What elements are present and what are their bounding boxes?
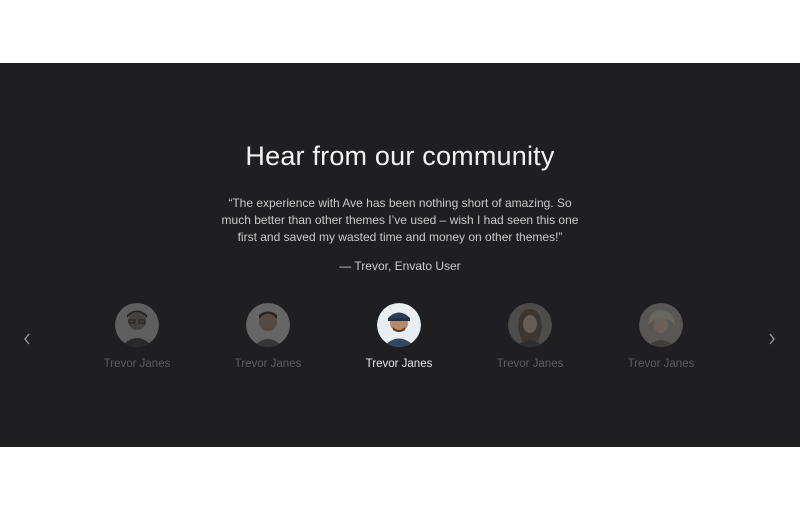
section-title: Hear from our community <box>245 141 555 172</box>
avatar <box>115 303 159 347</box>
avatar <box>639 303 683 347</box>
chevron-right-icon <box>769 333 775 345</box>
avatar <box>246 303 290 347</box>
person-item[interactable]: Trevor Janes <box>208 303 328 370</box>
person-item[interactable]: Trevor Janes <box>470 303 590 370</box>
prev-button[interactable] <box>17 329 37 349</box>
avatar <box>377 303 421 347</box>
avatar <box>508 303 552 347</box>
person-name: Trevor Janes <box>234 358 302 370</box>
testimonial-quote: “The experience with Ave has been nothin… <box>221 196 579 244</box>
testimonial-author: — Trevor, Envato User <box>339 259 461 273</box>
next-button[interactable] <box>762 329 782 349</box>
person-item[interactable]: Trevor Janes <box>339 303 459 370</box>
person-item[interactable]: Trevor Janes <box>77 303 197 370</box>
testimonials-section: Hear from our community “The experience … <box>0 63 800 447</box>
top-spacer <box>0 0 800 63</box>
person-name: Trevor Janes <box>627 358 695 370</box>
chevron-left-icon <box>24 333 30 345</box>
person-item[interactable]: Trevor Janes <box>601 303 721 370</box>
bottom-spacer <box>0 447 800 510</box>
person-name: Trevor Janes <box>496 358 564 370</box>
person-name: Trevor Janes <box>365 358 433 370</box>
person-name: Trevor Janes <box>103 358 171 370</box>
